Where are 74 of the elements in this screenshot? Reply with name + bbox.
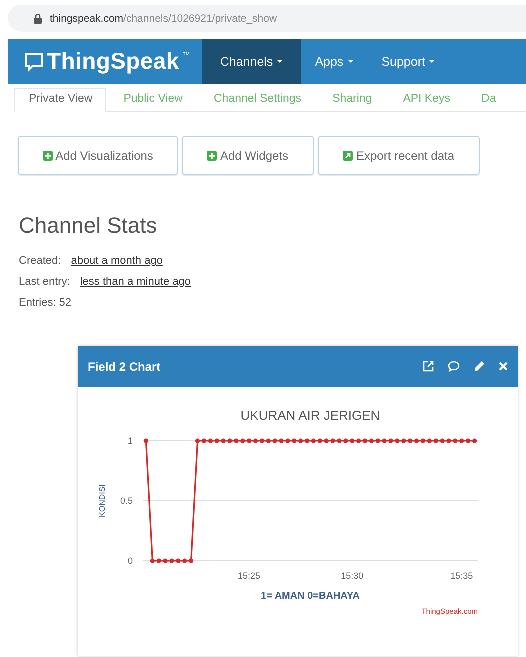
card-title: Field 2 Chart	[88, 360, 162, 374]
y-tick-label: 0.5	[120, 496, 133, 506]
data-point	[434, 438, 438, 444]
stat-label: Created:	[19, 254, 62, 269]
data-point	[221, 438, 226, 444]
data-point	[240, 438, 246, 444]
trademark-mark: ™	[182, 51, 190, 60]
data-point	[170, 558, 174, 564]
data-point	[292, 438, 297, 444]
data-point	[446, 438, 452, 444]
stat-link[interactable]: less than a minute ago	[80, 272, 192, 293]
tab[interactable]: Private View	[14, 88, 106, 112]
stat-label: Last entry:	[19, 275, 70, 290]
plus-icon	[42, 150, 53, 160]
data-point	[144, 438, 149, 444]
data-point	[408, 438, 413, 444]
data-point	[163, 558, 168, 564]
data-point	[272, 438, 278, 444]
data-point	[324, 438, 329, 444]
x-axis-label: 1= AMAN 0=BAHAYA	[261, 591, 360, 602]
y-tick-label: 1	[128, 436, 133, 446]
caret-icon	[277, 60, 284, 63]
y-tick-label: 0	[128, 556, 133, 566]
data-point	[395, 438, 400, 444]
export-icon	[343, 150, 354, 160]
data-point	[150, 558, 155, 564]
nav-menu[interactable]: Apps	[301, 39, 368, 84]
external-link-icon[interactable]	[423, 361, 434, 372]
section-heading: Channel Stats	[19, 213, 158, 239]
plus-icon	[207, 150, 218, 160]
data-point	[234, 438, 239, 444]
brand-logo-text[interactable]: ThingSpeak	[47, 48, 180, 75]
data-point	[330, 438, 336, 444]
data-point	[189, 558, 194, 564]
action-button[interactable]: Add Widgets	[182, 136, 314, 175]
data-point	[182, 558, 188, 564]
data-point	[453, 438, 458, 444]
data-point	[208, 438, 213, 444]
stat-value: 52	[59, 296, 72, 311]
stat-label: Entries:	[19, 296, 56, 311]
action-button[interactable]: Add Visualizations	[18, 136, 178, 175]
x-tick-label: 15:25	[238, 571, 261, 581]
data-point	[214, 438, 220, 444]
data-point	[440, 438, 445, 444]
stat-link[interactable]: about a month ago	[71, 251, 163, 272]
url-text[interactable]: thingspeak.com/channels/1026921/private_show	[50, 12, 278, 24]
close-icon[interactable]	[499, 362, 508, 371]
data-point	[156, 558, 162, 564]
data-point	[460, 438, 464, 444]
data-point	[376, 438, 380, 444]
data-point	[350, 438, 355, 444]
nav-menu[interactable]: Channels	[202, 39, 302, 84]
data-point	[176, 558, 181, 564]
chat-bubble-icon	[24, 52, 44, 72]
data-point	[286, 438, 290, 444]
data-point	[337, 438, 342, 444]
caret-icon	[348, 60, 354, 63]
x-tick-label: 15:30	[341, 571, 364, 581]
data-point	[279, 438, 284, 444]
nav-menu[interactable]: Support	[368, 39, 450, 84]
y-axis-label: KONDISI	[98, 484, 107, 518]
data-point	[344, 438, 348, 444]
chart-title: UKURAN AIR JERIGEN	[240, 408, 380, 423]
x-tick-label: 15:35	[450, 571, 474, 581]
caret-icon	[429, 60, 436, 63]
data-point	[228, 438, 232, 444]
data-point	[382, 438, 387, 444]
pencil-icon[interactable]	[474, 361, 485, 372]
data-point	[402, 438, 406, 444]
lock-icon	[34, 14, 42, 24]
data-point	[388, 438, 394, 444]
comment-icon[interactable]	[448, 361, 460, 372]
action-button[interactable]: Export recent data	[318, 136, 480, 175]
data-point	[266, 438, 271, 444]
